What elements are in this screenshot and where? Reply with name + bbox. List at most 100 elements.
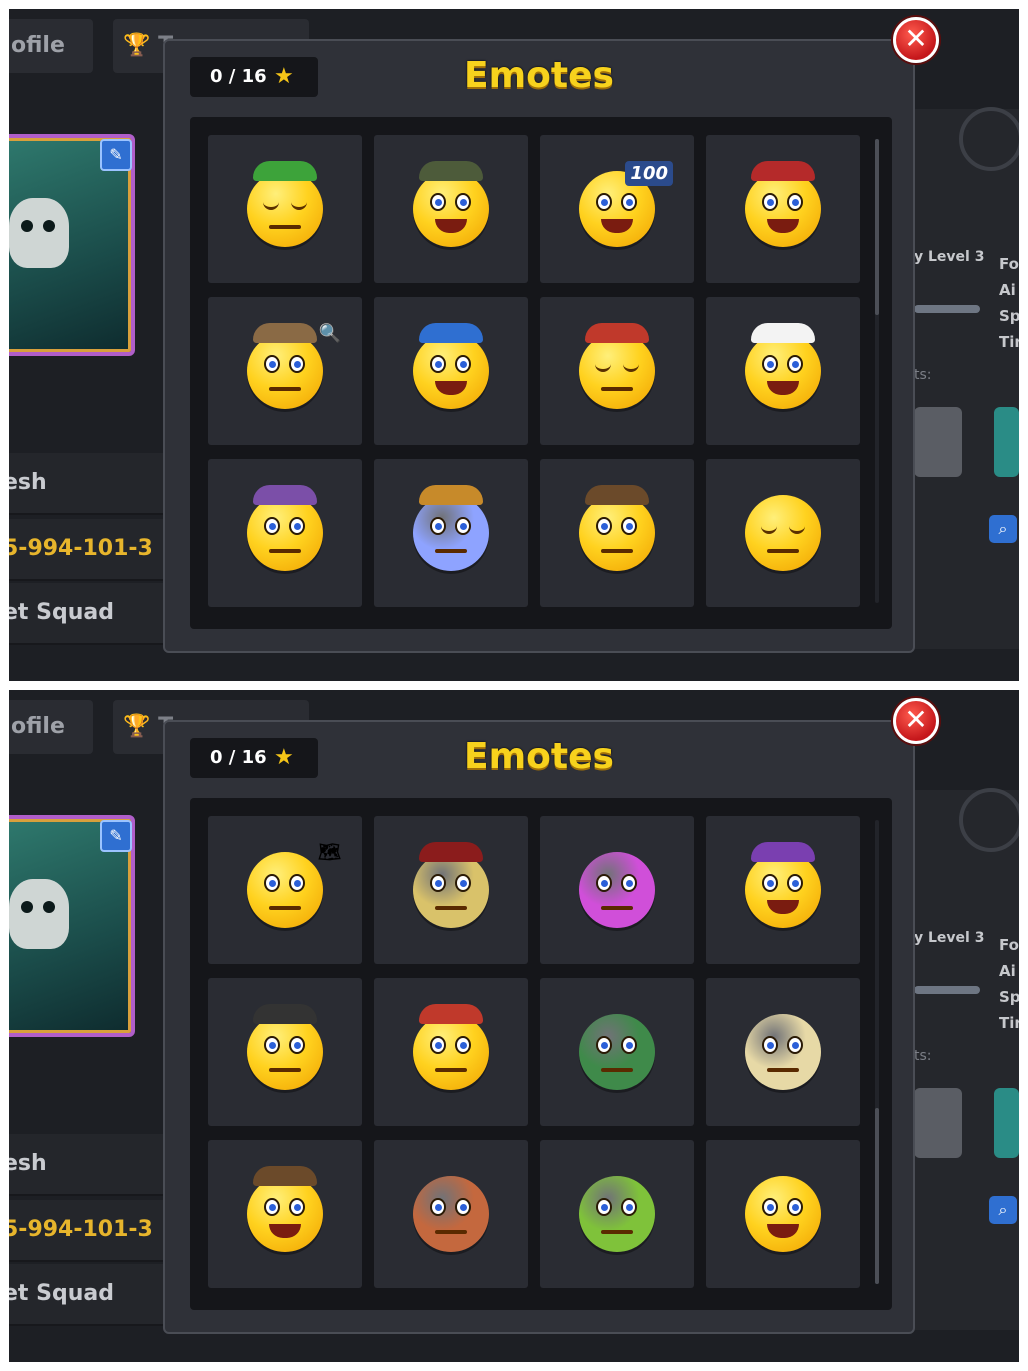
bagpipe-emote-icon <box>745 161 821 247</box>
tab-profile[interactable]: ofile <box>9 700 93 754</box>
emote-cell[interactable] <box>374 816 528 964</box>
emote-cell[interactable] <box>374 135 528 283</box>
emote-cell[interactable] <box>706 978 860 1126</box>
stats-label: ts: <box>914 1048 932 1064</box>
profile-name: esh <box>9 470 47 495</box>
emote-cell[interactable] <box>706 135 860 283</box>
country-flag-icon[interactable] <box>914 407 962 477</box>
stat-aim: Ai <box>999 962 1016 980</box>
mummy-emote-icon <box>745 1014 821 1090</box>
earmuffs-grumpy-emote-icon <box>247 485 323 571</box>
football-helmet-emote-icon <box>413 323 489 409</box>
scrollbar-thumb[interactable] <box>875 1108 879 1284</box>
emote-cell[interactable] <box>706 1140 860 1288</box>
scrollbar[interactable] <box>875 820 879 1284</box>
jester-masquerade-emote-icon <box>745 842 821 928</box>
stat-aim: Ai <box>999 281 1016 299</box>
8-ball-icon <box>959 107 1019 171</box>
unique-id: 5-994-101-3 <box>9 1217 153 1242</box>
club-row: et Squad <box>9 1264 163 1326</box>
emotes-dialog: 0 / 16 ★ Emotes ✕ 🗺 <box>163 698 939 1334</box>
close-button[interactable]: ✕ <box>893 17 939 63</box>
search-button[interactable]: ⌕ <box>989 515 1017 543</box>
emote-cell[interactable] <box>706 297 860 445</box>
close-button[interactable]: ✕ <box>893 698 939 744</box>
search-icon: ⌕ <box>998 519 1008 538</box>
stat-time: Tir <box>999 333 1019 351</box>
zombie-8ball-emote-icon <box>579 1014 655 1090</box>
emote-cell[interactable]: 🔍 <box>208 297 362 445</box>
mandarin-tea-emote-icon <box>579 323 655 409</box>
laurel-sleepy-emote-icon <box>247 161 323 247</box>
emote-cell[interactable] <box>374 297 528 445</box>
emote-grid-container: 100 🔍 <box>190 117 892 629</box>
map-reader-emote-icon: 🗺 <box>247 842 341 928</box>
detective-emote-icon: 🔍 <box>247 323 341 409</box>
country-flag-icon[interactable] <box>914 1088 962 1158</box>
cue-icon <box>914 986 980 994</box>
emote-cell[interactable] <box>540 297 694 445</box>
emote-cell[interactable] <box>540 459 694 607</box>
emote-cell[interactable] <box>374 978 528 1126</box>
profile-name-row: esh <box>9 453 163 515</box>
cue-level-label: y Level 3 <box>914 249 985 265</box>
unique-id: 5-994-101-3 <box>9 536 153 561</box>
unique-id-row: 5-994-101-3 <box>9 1200 163 1262</box>
trophy-icon: 🏆 <box>123 714 151 739</box>
explorer-hat-emote-icon <box>579 485 655 571</box>
dialog-title: Emotes <box>464 736 614 777</box>
stats-label: ts: <box>914 367 932 383</box>
stat-spin: Sp <box>999 988 1019 1006</box>
emote-cell[interactable] <box>374 1140 528 1288</box>
emote-cell[interactable] <box>208 459 362 607</box>
cowboy-horseshoe-emote-icon <box>413 161 489 247</box>
scrollbar[interactable] <box>875 139 879 603</box>
edit-avatar-button[interactable]: ✎ <box>100 820 132 852</box>
emote-cell[interactable] <box>208 135 362 283</box>
stat-time: Tir <box>999 1014 1019 1032</box>
profile-name-row: esh <box>9 1134 163 1196</box>
cue-icon <box>914 305 980 313</box>
emote-grid-container: 🗺 <box>190 798 892 1310</box>
badge-icon[interactable] <box>994 1088 1019 1158</box>
dialog-title: Emotes <box>464 55 614 96</box>
gangster-fedora-emote-icon <box>247 1004 323 1090</box>
hooded-lantern-emote-icon <box>413 842 489 928</box>
emote-cell[interactable]: 🗺 <box>208 816 362 964</box>
stat-force: Fo <box>999 255 1019 273</box>
pencil-icon: ✎ <box>109 826 123 845</box>
wink-100-emote-icon: 100 <box>579 161 673 247</box>
club-row: et Squad <box>9 583 163 645</box>
search-icon: ⌕ <box>998 1200 1008 1219</box>
tab-profile-label: ofile <box>11 714 65 739</box>
profile-name: esh <box>9 1151 47 1176</box>
emote-cell[interactable] <box>208 1140 362 1288</box>
frozen-viking-emote-icon <box>413 485 489 571</box>
tab-profile[interactable]: ofile <box>9 19 93 73</box>
emote-cell[interactable] <box>540 816 694 964</box>
edit-avatar-button[interactable]: ✎ <box>100 139 132 171</box>
tab-profile-label: ofile <box>11 33 65 58</box>
headphones-drummer-emote-icon <box>413 1004 489 1090</box>
emote-cell[interactable]: 100 <box>540 135 694 283</box>
emote-cell[interactable] <box>540 1140 694 1288</box>
stat-spin: Sp <box>999 307 1019 325</box>
emote-grid: 100 🔍 <box>208 135 862 607</box>
emote-cell[interactable] <box>706 459 860 607</box>
badge-icon[interactable] <box>994 407 1019 477</box>
close-icon: ✕ <box>904 22 928 55</box>
close-icon: ✕ <box>904 703 928 736</box>
skeleton-avatar-icon <box>9 879 69 949</box>
unique-id-row: 5-994-101-3 <box>9 519 163 581</box>
emote-cell[interactable] <box>706 816 860 964</box>
scrollbar-thumb[interactable] <box>875 139 879 315</box>
stat-force: Fo <box>999 936 1019 954</box>
trophy-icon: 🏆 <box>123 33 151 58</box>
emote-cell[interactable] <box>208 978 362 1126</box>
search-button[interactable]: ⌕ <box>989 1196 1017 1224</box>
green-dizzy-cat-emote-icon <box>579 1176 655 1252</box>
emote-cell[interactable] <box>374 459 528 607</box>
pencil-icon: ✎ <box>109 145 123 164</box>
emote-cell[interactable] <box>540 978 694 1126</box>
genie-emote-icon <box>745 323 821 409</box>
